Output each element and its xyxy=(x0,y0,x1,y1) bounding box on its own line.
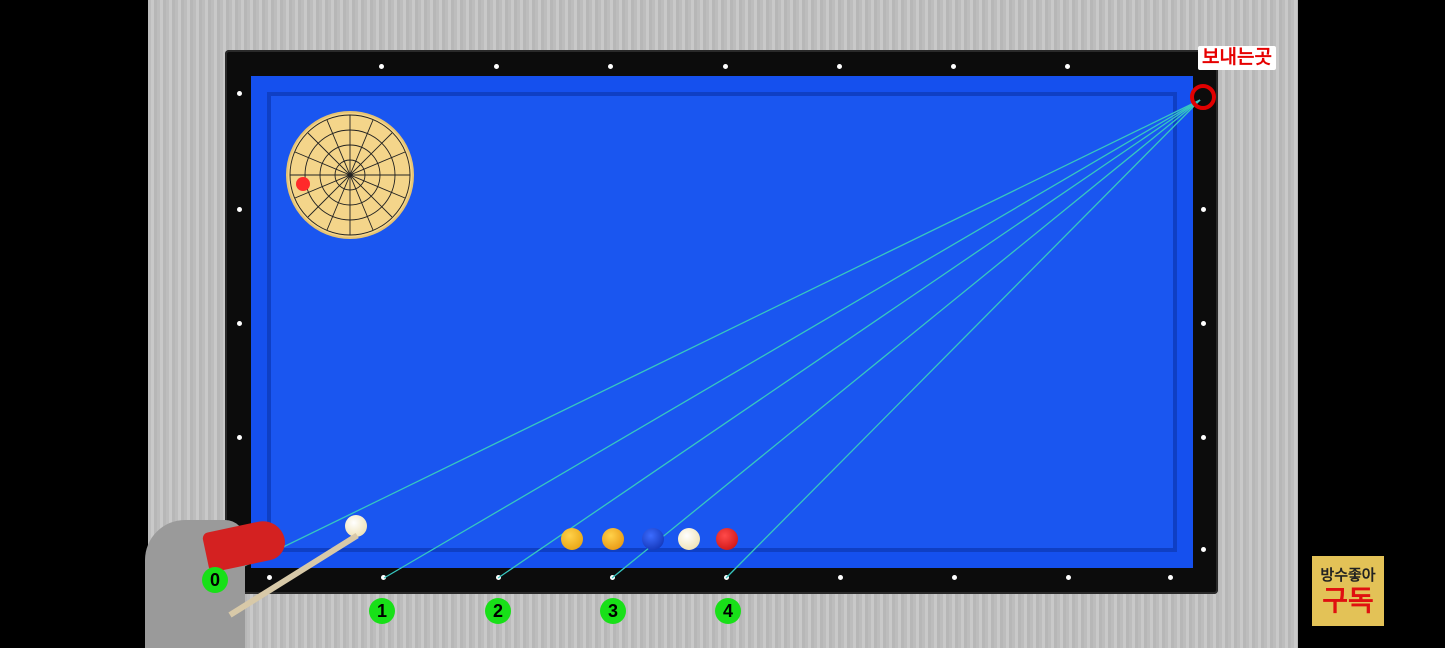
diamond xyxy=(1065,64,1070,69)
diamond xyxy=(237,321,242,326)
ball-red xyxy=(716,528,738,550)
ball-yellow xyxy=(561,528,583,550)
diamond xyxy=(951,64,956,69)
rail-number-0: 0 xyxy=(202,567,228,593)
diamond xyxy=(1168,575,1173,580)
diamond xyxy=(1201,207,1206,212)
target-label: 보내는곳 xyxy=(1198,46,1276,70)
diamond xyxy=(1201,547,1206,552)
channel-name: 방수좋아 xyxy=(1320,567,1376,584)
diamond xyxy=(838,575,843,580)
ball-orange xyxy=(602,528,624,550)
diamond xyxy=(267,575,272,580)
diamond xyxy=(1201,321,1206,326)
diamond xyxy=(723,64,728,69)
diamond xyxy=(952,575,957,580)
diamond xyxy=(837,64,842,69)
rail-number-3: 3 xyxy=(600,598,626,624)
diamond xyxy=(610,575,615,580)
rail-number-4: 4 xyxy=(715,598,741,624)
target-circle xyxy=(1190,84,1216,110)
rail-number-1: 1 xyxy=(369,598,395,624)
diamond xyxy=(494,64,499,69)
diamond xyxy=(237,435,242,440)
ball-white xyxy=(678,528,700,550)
diamond xyxy=(724,575,729,580)
diamond xyxy=(1066,575,1071,580)
diamond xyxy=(381,575,386,580)
diamond xyxy=(237,91,242,96)
rail-number-2: 2 xyxy=(485,598,511,624)
diamond xyxy=(379,64,384,69)
diamond xyxy=(237,207,242,212)
diamond xyxy=(608,64,613,69)
subscribe-badge[interactable]: 방수좋아 구독 xyxy=(1312,556,1384,626)
table-cloth xyxy=(271,96,1173,548)
subscribe-text: 구독 xyxy=(1322,585,1374,616)
diamond xyxy=(496,575,501,580)
diamond xyxy=(1201,435,1206,440)
ball-blue xyxy=(642,528,664,550)
